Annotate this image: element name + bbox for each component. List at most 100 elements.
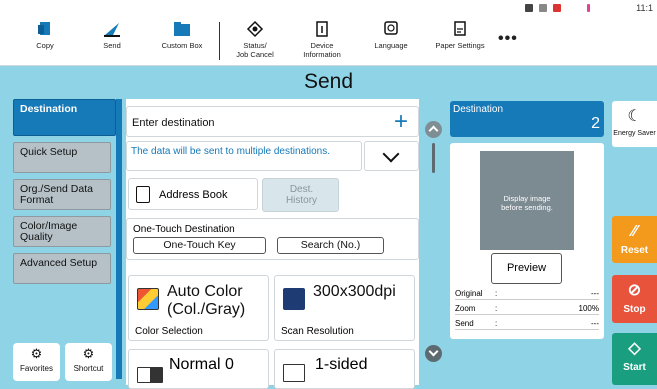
- toner-status-icon: [525, 4, 534, 12]
- tab-quick-setup[interactable]: Quick Setup: [13, 142, 111, 173]
- chevron-down-icon: [382, 145, 400, 163]
- language-button[interactable]: Language: [356, 20, 426, 50]
- color-selection-caption: Color Selection: [135, 326, 203, 337]
- dest-history-button[interactable]: Dest. History: [262, 178, 339, 212]
- duplex-value: 1-sided: [315, 356, 368, 373]
- custom-box-label: Custom Box: [161, 41, 203, 50]
- copy-label: Copy: [36, 41, 54, 50]
- gear-icon: ⚙: [82, 346, 95, 361]
- color-selection-tile[interactable]: Auto Color (Col./Gray) Color Selection: [128, 275, 269, 341]
- color-selection-value: Auto Color (Col./Gray): [167, 283, 246, 318]
- preview-button[interactable]: Preview: [491, 253, 562, 284]
- page-title: Send: [303, 70, 354, 93]
- density-value: Normal 0: [169, 356, 234, 373]
- device-status-icon: [539, 4, 548, 12]
- left-tab-menu: Destination Quick Setup Org./Send Data F…: [13, 99, 116, 290]
- scan-resolution-tile[interactable]: 300x300dpi Scan Resolution: [274, 275, 415, 341]
- language-label: Language: [374, 41, 408, 50]
- one-sided-icon: [283, 364, 305, 382]
- shortcut-button[interactable]: ⚙ Shortcut: [65, 343, 112, 381]
- preview-thumbnail: Display image before sending.: [480, 151, 574, 250]
- favorites-label: Favorites: [20, 364, 53, 373]
- copy-icon: [38, 22, 50, 35]
- dest-history-label: Dest. History: [285, 184, 318, 206]
- status-job-cancel-button[interactable]: Status/ Job Cancel: [220, 20, 290, 59]
- stop-label: Stop: [623, 304, 646, 315]
- reset-button[interactable]: ⁄⁄ Reset: [612, 216, 657, 263]
- moon-icon: ☾: [627, 108, 642, 125]
- status-bar: 11:1: [525, 3, 653, 13]
- info-row-zoom: Zoom : 100%: [455, 303, 599, 315]
- info-value: ---: [591, 319, 599, 328]
- reset-icon: ⁄⁄: [631, 223, 638, 240]
- scan-resolution-value: 300x300dpi: [313, 283, 396, 300]
- send-button[interactable]: Send: [77, 20, 147, 50]
- info-row-send: Send : ---: [455, 318, 599, 330]
- info-colon: :: [495, 304, 498, 313]
- info-row-original: Original : ---: [455, 288, 599, 300]
- stop-icon: ⊘: [627, 282, 642, 299]
- device-information-button[interactable]: Device Information: [287, 20, 357, 59]
- info-colon: :: [495, 319, 498, 328]
- one-touch-key-button[interactable]: One-Touch Key: [133, 237, 266, 254]
- favorites-button[interactable]: ⚙ Favorites: [13, 343, 60, 381]
- one-touch-destination-group: One-Touch Destination One-Touch Key Sear…: [126, 218, 419, 260]
- one-touch-destination-label: One-Touch Destination: [133, 224, 235, 235]
- info-key: Original: [455, 289, 483, 298]
- bottom-left-buttons: ⚙ Favorites ⚙ Shortcut: [13, 343, 112, 381]
- info-key: Zoom: [455, 304, 476, 313]
- custom-box-button[interactable]: Custom Box: [147, 20, 217, 50]
- destination-panel: Enter destination + The data will be sen…: [126, 99, 419, 389]
- destination-list-dropdown[interactable]: [364, 141, 419, 171]
- send-label: Send: [103, 41, 121, 50]
- more-menu-button[interactable]: •••: [498, 30, 518, 48]
- address-book-icon: [136, 186, 150, 203]
- address-book-button[interactable]: Address Book: [128, 178, 258, 210]
- paper-settings-icon: [454, 21, 466, 36]
- enter-destination-label: Enter destination: [132, 117, 215, 129]
- tab-destination[interactable]: Destination: [13, 99, 116, 136]
- destination-count: 2: [591, 115, 600, 132]
- add-destination-icon[interactable]: +: [394, 108, 408, 136]
- info-value: 100%: [578, 304, 599, 313]
- copy-button[interactable]: Copy: [10, 20, 80, 50]
- enter-destination-field[interactable]: Enter destination +: [126, 106, 419, 137]
- search-no-button[interactable]: Search (No.): [277, 237, 384, 254]
- gear-icon: ⚙: [30, 346, 43, 361]
- density-tile[interactable]: Normal 0: [128, 349, 269, 389]
- start-button[interactable]: ◇ Start: [612, 333, 657, 385]
- status-icon: [246, 20, 264, 38]
- language-icon: [384, 21, 398, 35]
- duplex-tile[interactable]: 1-sided: [274, 349, 415, 389]
- scroll-down-button[interactable]: [425, 345, 442, 362]
- tab-color-image-quality[interactable]: Color/Image Quality: [13, 216, 111, 247]
- tab-separator: [116, 99, 122, 379]
- info-colon: :: [495, 289, 498, 298]
- shortcut-label: Shortcut: [73, 364, 104, 373]
- indicator-icon: [587, 4, 591, 12]
- paper-settings-button[interactable]: Paper Settings: [425, 20, 495, 50]
- status-job-cancel-label: Status/ Job Cancel: [236, 41, 274, 59]
- info-value: ---: [591, 289, 599, 298]
- top-toolbar: 11:1 Copy Send Custom Box Status/ Job Ca…: [0, 0, 657, 66]
- send-icon: [104, 23, 120, 37]
- destination-count-label: Destination: [453, 104, 504, 115]
- energy-saver-label: Energy Saver: [613, 130, 656, 137]
- stop-button[interactable]: ⊘ Stop: [612, 275, 657, 323]
- destination-count-box[interactable]: Destination 2: [450, 101, 604, 137]
- scroll-up-button[interactable]: [425, 121, 442, 138]
- dpi-icon: [283, 288, 305, 310]
- color-selection-icon: [137, 288, 159, 310]
- alert-icon: [553, 4, 562, 12]
- info-key: Send: [455, 319, 474, 328]
- multi-destination-message: The data will be sent to multiple destin…: [126, 141, 362, 171]
- energy-saver-button[interactable]: ☾ Energy Saver: [612, 101, 657, 147]
- tab-advanced-setup[interactable]: Advanced Setup: [13, 253, 111, 284]
- scan-resolution-caption: Scan Resolution: [281, 326, 354, 337]
- start-icon: ◇: [628, 340, 641, 357]
- multi-destination-text: The data will be sent to multiple destin…: [131, 146, 330, 157]
- tab-org-send-data-format[interactable]: Org./Send Data Format: [13, 179, 111, 210]
- scrollbar-thumb[interactable]: [432, 143, 435, 173]
- density-icon: [137, 367, 163, 383]
- reset-label: Reset: [620, 245, 649, 256]
